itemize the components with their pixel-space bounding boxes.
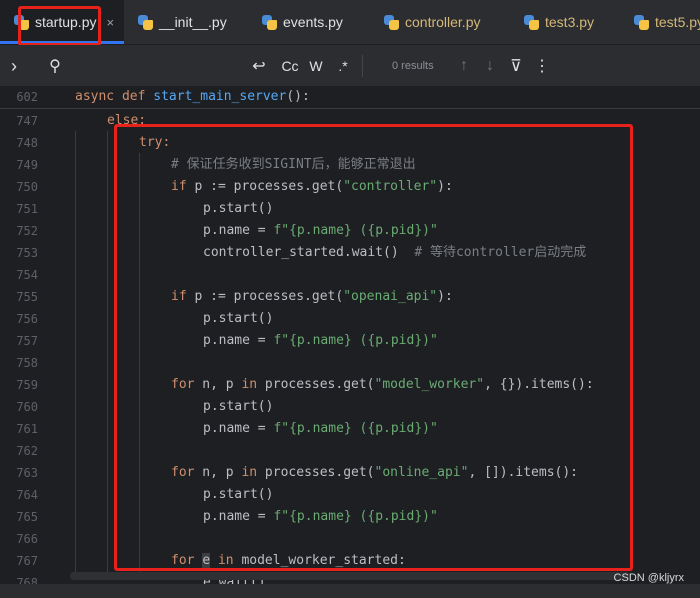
tab-controller-py[interactable]: controller.py xyxy=(384,0,498,44)
line-number: 761 xyxy=(16,422,38,436)
tab-test5-py[interactable]: test5.py xyxy=(634,0,700,44)
function-name: start_main_server xyxy=(153,89,287,104)
more-options-icon[interactable]: ⋮ xyxy=(532,45,552,87)
whole-words-button[interactable]: W xyxy=(306,45,326,87)
regex-button[interactable]: .* xyxy=(332,45,354,87)
line-number: 747 xyxy=(16,114,38,128)
line-number: 764 xyxy=(16,488,38,502)
python-file-icon xyxy=(634,14,649,30)
line-number: 751 xyxy=(16,202,38,216)
horizontal-scrollbar[interactable] xyxy=(70,572,630,580)
watermark: CSDN @kljyrx xyxy=(613,572,684,584)
tab-label: test3.py xyxy=(545,14,595,30)
tab-label: test5.py xyxy=(655,14,700,30)
line-number: 766 xyxy=(16,532,38,546)
line-number: 752 xyxy=(16,224,38,238)
filter-icon[interactable]: ⊽ xyxy=(506,45,526,87)
line-number: 767 xyxy=(16,554,38,568)
keyword: async def xyxy=(75,89,146,104)
expand-replace-icon[interactable]: › xyxy=(4,45,24,87)
annotation-box-code xyxy=(114,124,633,571)
search-icon[interactable]: ⚲ xyxy=(44,45,66,87)
line-number: 765 xyxy=(16,510,38,524)
line-number: 750 xyxy=(16,180,38,194)
search-results-count: 0 results xyxy=(392,60,434,72)
line-number: 756 xyxy=(16,312,38,326)
next-occurrence-icon[interactable]: ↓ xyxy=(480,45,500,87)
code-text: (): xyxy=(286,89,310,104)
indent-guide xyxy=(107,131,108,572)
separator xyxy=(362,55,363,77)
line-number: 748 xyxy=(16,136,38,150)
editor-tab-bar: startup.py × __init__.py events.py contr… xyxy=(0,0,700,45)
indent-guide xyxy=(75,131,76,572)
previous-occurrence-icon[interactable]: ↑ xyxy=(454,45,474,87)
tab-test3-py[interactable]: test3.py xyxy=(524,0,604,44)
annotation-box-tab xyxy=(18,6,101,46)
line-number: 755 xyxy=(16,290,38,304)
new-line-icon[interactable]: ↩ xyxy=(248,45,270,87)
line-number: 760 xyxy=(16,400,38,414)
line-number: 759 xyxy=(16,378,38,392)
bottom-strip xyxy=(0,584,700,598)
line-number: 749 xyxy=(16,158,38,172)
line-number: 762 xyxy=(16,444,38,458)
line-number: 763 xyxy=(16,466,38,480)
close-tab-icon[interactable]: × xyxy=(106,15,114,30)
tab-label: controller.py xyxy=(405,14,481,30)
match-case-button[interactable]: Cc xyxy=(278,45,302,87)
find-bar: › ⚲ ↩ Cc W .* 0 results ↑ ↓ ⊽ ⋮ xyxy=(0,45,700,88)
tab-label: events.py xyxy=(283,14,343,30)
line-number: 753 xyxy=(16,246,38,260)
sticky-scope-header[interactable]: 602 async def start_main_server(): xyxy=(0,86,700,109)
python-file-icon xyxy=(138,14,153,30)
line-number: 758 xyxy=(16,356,38,370)
python-file-icon xyxy=(384,14,399,30)
tab-events-py[interactable]: events.py xyxy=(262,0,362,44)
tab-init-py[interactable]: __init__.py xyxy=(138,0,242,44)
line-number: 602 xyxy=(16,90,38,104)
line-number: 757 xyxy=(16,334,38,348)
python-file-icon xyxy=(524,14,539,30)
tab-label: __init__.py xyxy=(159,14,227,30)
line-number: 754 xyxy=(16,268,38,282)
python-file-icon xyxy=(262,14,277,30)
